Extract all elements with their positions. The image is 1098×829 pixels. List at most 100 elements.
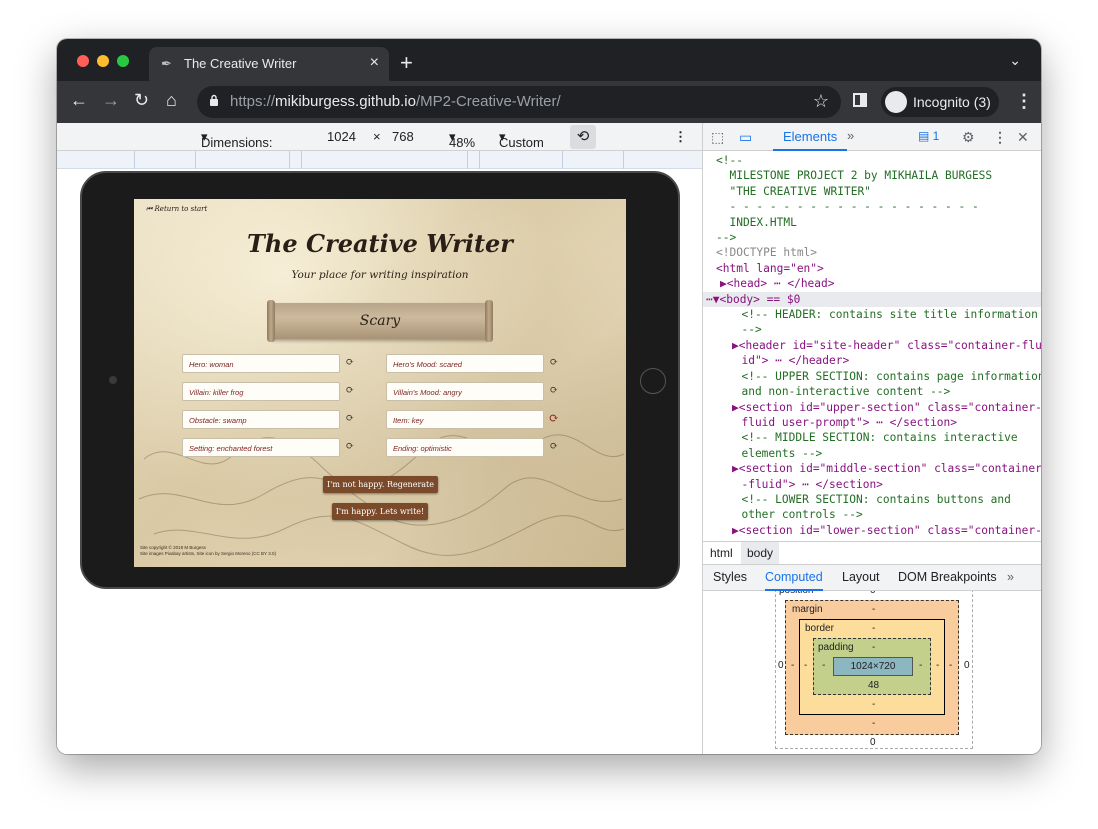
genre-label: Scary — [359, 313, 401, 329]
tab-layout[interactable]: Layout — [842, 570, 880, 584]
incognito-profile-button[interactable]: Incognito (3) — [881, 87, 999, 117]
tab-styles[interactable]: Styles — [713, 570, 747, 584]
margin-left: - — [791, 660, 795, 671]
dom-line[interactable]: ▶<section id="middle-section" class="con… — [703, 461, 1041, 476]
dom-tree[interactable]: <!-- MILESTONE PROJECT 2 by MIKHAILA BUR… — [703, 151, 1041, 541]
lets-write-button[interactable]: I'm happy. Lets write! — [332, 503, 428, 520]
border-left: - — [804, 660, 808, 671]
dom-line[interactable]: fluid user-prompt"> ⋯ </section> — [703, 415, 1041, 430]
tab-computed[interactable]: Computed — [765, 565, 823, 591]
site-footer: Site copyright © 2019 M Burgess Site ima… — [140, 545, 276, 556]
setting-field[interactable]: Setting: enchanted forest — [182, 438, 340, 457]
tab-dom-breakpoints[interactable]: DOM Breakpoints — [898, 570, 997, 584]
tab-elements[interactable]: Elements — [773, 123, 848, 151]
throttle-select[interactable]: Custom ▾ — [499, 129, 544, 150]
close-devtools-icon[interactable]: ✕ — [1017, 129, 1029, 146]
close-window-button[interactable] — [77, 55, 89, 67]
return-to-start-link[interactable]: ⏮ Return to start — [146, 205, 207, 214]
dom-line[interactable]: ▶<head> ⋯ </head> — [703, 276, 1041, 291]
forward-button[interactable]: → — [102, 90, 120, 111]
obstacle-field[interactable]: Obstacle: swamp — [182, 410, 340, 429]
refresh-icon[interactable]: ⟳ — [344, 413, 356, 425]
reload-button[interactable]: ↻ — [134, 90, 149, 111]
dom-line: <!-- LOWER SECTION: contains buttons and — [728, 492, 1011, 506]
home-icon[interactable]: ⌂ — [166, 90, 177, 111]
bookmark-star-icon[interactable]: ☆ — [813, 91, 829, 112]
side-panel-icon[interactable] — [853, 93, 867, 107]
dom-line[interactable]: ▶<section id="upper-section" class="cont… — [703, 400, 1041, 415]
media-query-ruler[interactable] — [57, 151, 702, 169]
item-field[interactable]: Item: key — [386, 410, 544, 429]
dom-line[interactable]: -fluid"> ⋯ </section> — [703, 477, 1041, 492]
home-button — [640, 368, 666, 394]
dom-line[interactable]: ▶<section id="lower-section" class="cont… — [703, 523, 1041, 538]
browser-tab[interactable]: ✒ The Creative Writer × — [149, 47, 389, 81]
rotate-icon[interactable]: ⟲ — [570, 125, 596, 149]
border-label: border — [805, 623, 834, 634]
url-text: https://mikiburgess.github.io/MP2-Creati… — [230, 93, 561, 110]
lock-icon — [210, 94, 218, 106]
refresh-icon[interactable]: ⟳ — [548, 385, 560, 397]
position-label: position — [779, 591, 813, 596]
dom-line: and non-interactive content --> — [728, 385, 951, 399]
device-more-icon[interactable]: ⋮ — [674, 129, 687, 145]
address-bar[interactable]: https://mikiburgess.github.io/MP2-Creati… — [197, 86, 841, 118]
dom-line[interactable]: ▶<header id="site-header" class="contain… — [703, 338, 1041, 353]
padding-right: - — [919, 660, 923, 671]
refresh-icon[interactable]: ⟳ — [344, 441, 356, 453]
tab-search-icon[interactable]: ⌄ — [1009, 52, 1021, 69]
issues-badge[interactable]: ▤ 1 — [918, 129, 939, 143]
tab-strip: ✒ The Creative Writer × + ⌄ — [57, 39, 1041, 81]
villain-field[interactable]: Villain: killer frog — [182, 382, 340, 401]
minimize-window-button[interactable] — [97, 55, 109, 67]
refresh-icon[interactable]: ⟳ — [548, 412, 560, 424]
times-sign: × — [373, 129, 381, 144]
incognito-icon — [885, 91, 907, 113]
maximize-window-button[interactable] — [117, 55, 129, 67]
new-tab-button[interactable]: + — [400, 50, 413, 76]
dom-line: elements --> — [728, 446, 823, 460]
dom-line: "THE CREATIVE WRITER" — [716, 184, 871, 198]
refresh-icon[interactable]: ⟳ — [548, 441, 560, 453]
border-bottom: - — [872, 699, 876, 710]
dom-line: <html lang="en"> — [716, 261, 824, 275]
dom-line: <!-- UPPER SECTION: contains page inform… — [728, 369, 1041, 383]
device-select[interactable]: Dimensions: iPad ▾ — [201, 129, 273, 165]
dom-line: - - - - - - - - - - - - - - - - - - - — [716, 200, 979, 214]
hero-mood-field[interactable]: Hero's Mood: scared — [386, 354, 544, 373]
devtools-panel: ⬚ ▭ Elements » ▤ 1 ⚙ ⋮ ✕ <!-- MILESTONE … — [702, 123, 1041, 754]
browser-window: ✒ The Creative Writer × + ⌄ ← → ↻ ⌂ http… — [57, 39, 1041, 754]
dom-line-selected[interactable]: ⋯▼<body> == $0 — [703, 291, 1041, 308]
styles-subtabs: Styles Computed Layout DOM Breakpoints » — [703, 565, 1041, 591]
more-tabs-icon[interactable]: » — [847, 128, 854, 143]
crumb-body[interactable]: body — [741, 542, 780, 564]
ending-field[interactable]: Ending: optimistic — [386, 438, 544, 457]
position-bottom: 0 — [870, 737, 876, 748]
height-input[interactable]: 768 — [392, 129, 414, 144]
dom-line[interactable]: id"> ⋯ </header> — [703, 353, 1041, 368]
width-input[interactable]: 1024 — [327, 129, 356, 144]
refresh-icon[interactable]: ⟳ — [344, 357, 356, 369]
back-button[interactable]: ← — [70, 90, 88, 111]
refresh-icon[interactable]: ⟳ — [344, 385, 356, 397]
zoom-select[interactable]: 48% ▾ — [449, 129, 475, 150]
dom-line: <!-- HEADER: contains site title informa… — [728, 308, 1038, 322]
border-right: - — [936, 660, 940, 671]
settings-gear-icon[interactable]: ⚙ — [962, 129, 975, 146]
hero-field[interactable]: Hero: woman — [182, 354, 340, 373]
inspect-element-icon[interactable]: ⬚ — [711, 129, 724, 146]
refresh-icon[interactable]: ⟳ — [548, 357, 560, 369]
regenerate-button[interactable]: I'm not happy. Regenerate — [323, 476, 438, 493]
dom-line: other controls --> — [728, 508, 863, 522]
site-subtitle: Your place for writing inspiration — [291, 269, 469, 281]
villain-mood-field[interactable]: Villain's Mood: angry — [386, 382, 544, 401]
device-toggle-icon[interactable]: ▭ — [739, 129, 752, 146]
browser-menu-icon[interactable]: ⋮ — [1015, 91, 1033, 112]
crumb-html[interactable]: html — [710, 546, 733, 560]
devtools-menu-icon[interactable]: ⋮ — [993, 129, 1007, 146]
close-tab-icon[interactable]: × — [370, 54, 379, 72]
position-left: 0 — [778, 660, 784, 671]
position-top: 0 — [870, 591, 876, 596]
box-content: 1024×720 — [833, 657, 913, 676]
more-subtabs-icon[interactable]: » — [1007, 570, 1014, 584]
